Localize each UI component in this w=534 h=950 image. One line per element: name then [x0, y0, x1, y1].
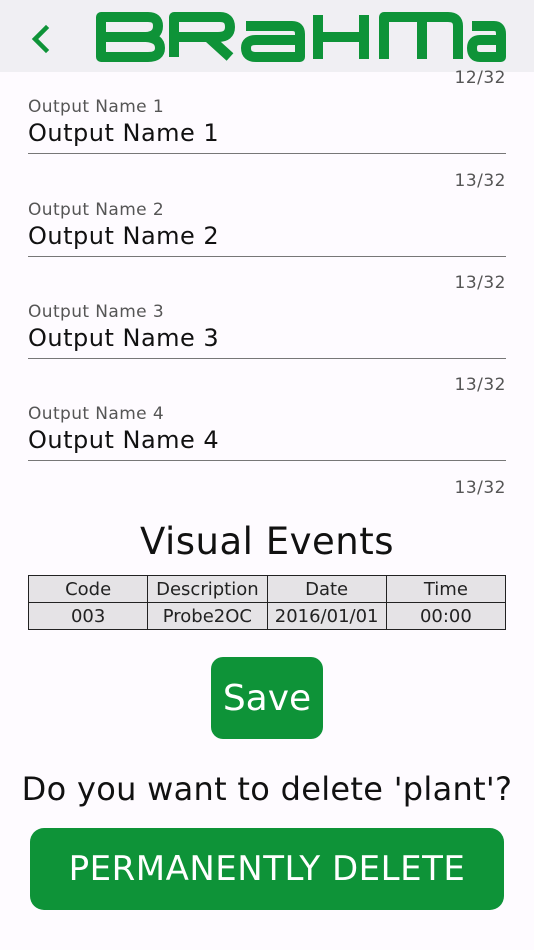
field-label: Output Name 2	[28, 200, 165, 220]
cell-description: Probe2OC	[147, 602, 268, 630]
output-name-2-field: Output Name 2	[28, 200, 506, 257]
output-name-4-field: Output Name 4	[28, 404, 506, 461]
table-row: 003 Probe2OC 2016/01/01 00:00	[27, 602, 507, 630]
column-header-date: Date	[266, 575, 387, 603]
back-button[interactable]	[22, 18, 62, 58]
permanently-delete-button[interactable]: PERMANENTLY DELETE	[30, 828, 504, 910]
table-header-row: Code Description Date Time	[27, 575, 507, 603]
column-header-time: Time	[385, 575, 507, 603]
char-counter: 12/32	[454, 68, 506, 88]
column-header-description: Description	[147, 575, 268, 603]
cell-time: 00:00	[385, 602, 507, 630]
visual-events-table: Code Description Date Time 003 Probe2OC …	[27, 575, 507, 630]
output-name-4-input[interactable]	[28, 424, 506, 461]
char-counter: 13/32	[454, 375, 506, 395]
chevron-left-icon	[31, 24, 50, 54]
visual-events-title: Visual Events	[140, 520, 394, 563]
char-counter: 13/32	[454, 273, 506, 293]
app-header	[0, 0, 534, 72]
cell-date: 2016/01/01	[266, 602, 387, 630]
field-label: Output Name 4	[28, 404, 165, 424]
column-header-code: Code	[27, 575, 149, 603]
save-button[interactable]: Save	[211, 657, 323, 739]
char-counter: 13/32	[454, 171, 506, 191]
brahma-logo	[96, 12, 506, 62]
output-name-1-input[interactable]	[28, 117, 506, 154]
delete-confirmation-text: Do you want to delete 'plant'?	[21, 770, 513, 808]
output-name-3-input[interactable]	[28, 322, 506, 359]
output-name-2-input[interactable]	[28, 220, 506, 257]
field-label: Output Name 1	[28, 97, 165, 117]
char-counter: 13/32	[454, 478, 506, 498]
output-name-1-field: Output Name 1	[28, 97, 506, 154]
field-label: Output Name 3	[28, 302, 165, 322]
output-name-3-field: Output Name 3	[28, 302, 506, 359]
cell-code: 003	[27, 602, 149, 630]
